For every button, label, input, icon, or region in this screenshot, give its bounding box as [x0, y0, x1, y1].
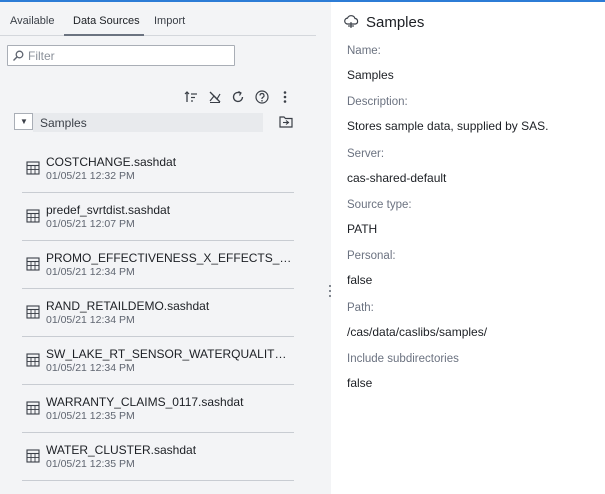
cloud-library-icon	[344, 15, 359, 28]
property-value: false	[347, 273, 373, 288]
folder-icon[interactable]	[279, 115, 293, 128]
library-expand-toggle[interactable]: ▼	[14, 113, 33, 130]
table-modified-date: 01/05/21 12:35 PM	[46, 458, 135, 470]
table-list-item[interactable]: COSTCHANGE.sashdat 01/05/21 12:32 PM	[22, 145, 294, 193]
left-pane: Available Data Sources Import Filter ▼ S…	[0, 2, 331, 494]
property-value: /cas/data/caslibs/samples/	[347, 324, 488, 339]
property-value: Samples	[347, 68, 394, 82]
property-label: Server:	[347, 147, 385, 160]
pane-splitter[interactable]	[328, 285, 332, 299]
table-name: COSTCHANGE.sashdat	[46, 155, 177, 169]
table-list-item[interactable]: PROMO_EFFECTIVENESS_X_EFFECTS_2.sashdat0…	[22, 241, 294, 289]
table-name: WARRANTY_CLAIMS_0117.sashdat	[46, 395, 244, 409]
help-icon[interactable]	[255, 90, 269, 104]
table-file-icon	[26, 305, 40, 319]
property-label: Include subdirectories	[347, 352, 459, 365]
table-list-item[interactable]: WARRANTY_CLAIMS_0117.sashdat 01/05/21 12:…	[22, 385, 294, 433]
active-tab-indicator	[64, 34, 144, 36]
caret-down-icon: ▼	[20, 117, 28, 126]
property-label: Name:	[347, 45, 381, 57]
tab-import[interactable]: Import	[154, 15, 185, 27]
property-value: false	[347, 375, 373, 390]
filter-box	[7, 45, 235, 66]
table-modified-date: 01/05/21 12:34 PM	[46, 314, 135, 326]
tab-available[interactable]: Available	[10, 15, 54, 27]
table-file-icon	[26, 449, 40, 463]
table-name: SW_LAKE_RT_SENSOR_WATERQUALITY.sashdat	[46, 347, 292, 361]
more-options-icon[interactable]	[278, 90, 292, 104]
table-name: WATER_CLUSTER.sashdat	[46, 443, 197, 457]
table-list-item[interactable]: WATER_CLUSTER.sashdat 01/05/21 12:35 PM	[22, 433, 294, 481]
property-label: Path:	[347, 301, 374, 314]
sort-icon[interactable]	[184, 90, 198, 104]
library-name: Samples	[40, 116, 87, 130]
property-label: Personal:	[347, 250, 396, 263]
details-pane: Samples Name: Samples Description: Stores s…	[333, 2, 605, 494]
table-modified-date: 01/05/21 12:35 PM	[46, 410, 135, 422]
library-selector[interactable]: Samples	[33, 113, 263, 132]
property-value: cas-shared-default	[347, 170, 447, 185]
table-name: predef_svrtdist.sashdat	[46, 203, 171, 217]
tab-bar: Available Data Sources Import	[0, 2, 316, 36]
table-file-icon	[26, 401, 40, 415]
table-modified-date: 01/05/21 12:07 PM	[46, 218, 135, 230]
search-icon	[13, 50, 24, 61]
property-label: Description:	[347, 96, 408, 109]
table-file-icon	[26, 209, 40, 223]
table-file-icon	[26, 257, 40, 271]
table-list-item[interactable]: RAND_RETAILDEMO.sashdat 01/05/21 12:34 PM	[22, 289, 294, 337]
property-value: Stores sample data, supplied by SAS.	[347, 119, 549, 134]
table-modified-date: 01/05/21 12:32 PM	[46, 170, 135, 182]
table-name: RAND_RETAILDEMO.sashdat	[46, 299, 210, 313]
property-label: Source type:	[347, 198, 412, 211]
property-value: PATH	[347, 221, 378, 236]
table-list-item[interactable]: SW_LAKE_RT_SENSOR_WATERQUALITY.sashdat01…	[22, 337, 294, 385]
table-file-icon	[26, 161, 40, 175]
refresh-icon[interactable]	[231, 90, 245, 104]
table-file-icon	[26, 353, 40, 367]
table-modified-date: 01/05/21 12:34 PM	[46, 266, 135, 278]
table-list-item[interactable]: predef_svrtdist.sashdat 01/05/21 12:07 PM	[22, 193, 294, 241]
filter-input[interactable]	[28, 47, 228, 64]
hide-icon[interactable]	[208, 90, 222, 104]
table-modified-date: 01/05/21 12:34 PM	[46, 362, 135, 374]
details-title: Samples	[366, 14, 425, 31]
table-name: PROMO_EFFECTIVENESS_X_EFFECTS_2.sashdat	[46, 251, 292, 265]
tab-data-sources[interactable]: Data Sources	[73, 15, 140, 27]
